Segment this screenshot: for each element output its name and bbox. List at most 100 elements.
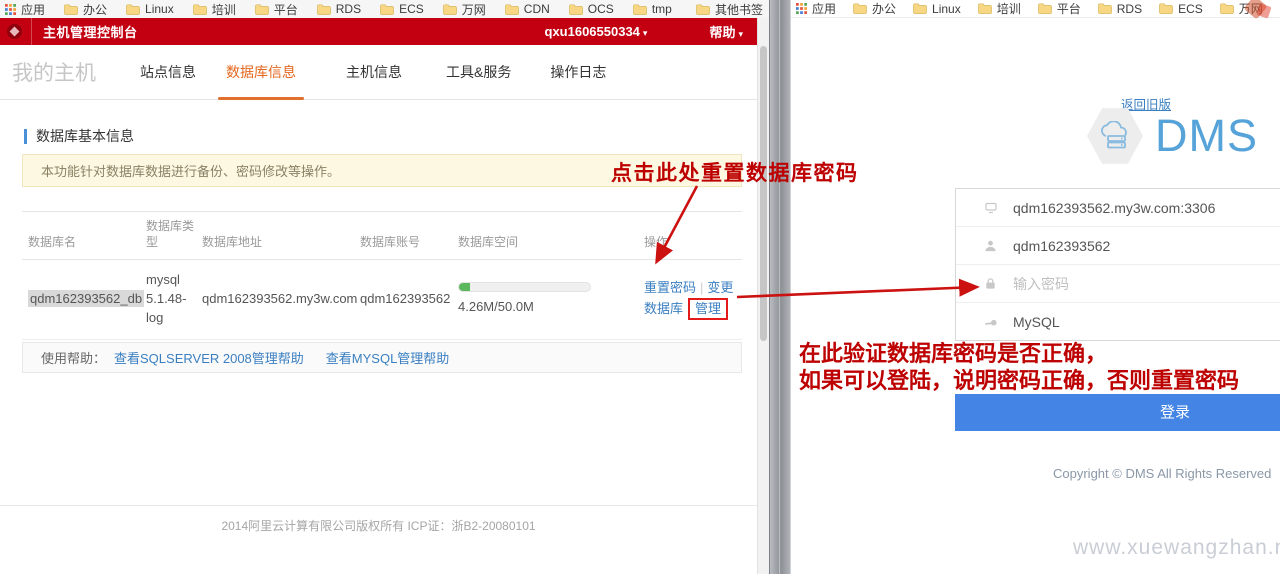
bookmark-other-bookmarks[interactable]: 其他书签 [696,1,763,18]
help-dropdown[interactable]: 帮助▾ [709,22,743,41]
bookmark-folder[interactable]: RDS [1098,2,1142,16]
bookmark-label: 培训 [212,1,236,18]
bookmark-label: 办公 [83,1,107,18]
bookmark-label: 万网 [462,1,486,18]
bookmark-folder[interactable]: 平台 [1038,0,1081,17]
bookmark-label: Linux [145,2,174,16]
table-header-row: 数据库名 数据库类型 数据库地址 数据库账号 数据库空间 操作 [22,212,742,260]
folder-icon [1098,3,1112,14]
annotation-line-1: 在此验证数据库密码是否正确， [799,340,1239,367]
bookmark-label: Linux [932,2,961,16]
host-icon [984,201,998,215]
host-input[interactable] [1013,200,1273,216]
bookmark-folder[interactable]: RDS [317,2,361,16]
folder-icon [126,4,140,15]
bookmark-label: 其他书签 [715,1,763,18]
folder-icon [696,4,710,15]
col-db-type: 数据库类型 [146,212,202,260]
col-db-address: 数据库地址 [202,212,360,260]
left-browser-window: 应用 办公 Linux 培训 平台 RDS ECS 万网 [0,0,769,574]
table-row: qdm162393562_db mysql 5.1.48-log qdm1623… [22,260,742,340]
help-bar-label: 使用帮助： [41,348,106,367]
wanwang-logo-icon [7,24,22,39]
col-db-name: 数据库名 [22,212,146,260]
bookmark-folder[interactable]: ECS [380,2,424,16]
console-title: 主机管理控制台 [43,22,138,41]
bookmark-apps[interactable]: 应用 [796,0,836,17]
console-footer: 2014阿里云计算有限公司版权所有 ICP证：浙B2-20080101 [0,505,757,534]
bookmark-folder[interactable]: 万网 [443,1,486,18]
bookmark-apps[interactable]: 应用 [5,1,45,18]
bookmark-folder[interactable]: CDN [505,2,550,16]
dms-logo-badge [1087,107,1143,165]
bookmark-folder[interactable]: Linux [913,2,961,16]
bookmark-folder[interactable]: OCS [569,2,614,16]
bookmark-label: tmp [652,2,672,16]
bookmark-label: CDN [524,2,550,16]
db-address-cell: qdm162393562.my3w.com [202,260,360,340]
bookmark-folder[interactable]: 培训 [978,0,1021,17]
folder-icon [853,3,867,14]
tab-database-info[interactable]: 数据库信息 [226,45,296,99]
bookmark-folder[interactable]: 培训 [193,1,236,18]
bookmark-label: 应用 [812,0,836,17]
folder-icon [1038,3,1052,14]
space-progress-fill [459,283,470,291]
mysql-help-link[interactable]: 查看MYSQL管理帮助 [326,348,450,367]
bookmark-label: OCS [588,2,614,16]
apps-grid-icon [5,4,16,15]
bookmark-label: RDS [336,2,361,16]
bookmark-folder[interactable]: 办公 [64,1,107,18]
annotation-reset-password: 点击此处重置数据库密码 [611,157,859,187]
folder-icon [569,4,583,15]
username-row [956,227,1280,265]
col-db-space: 数据库空间 [458,212,644,260]
folder-icon [1159,3,1173,14]
account-dropdown[interactable]: qxu1606550334▾ [545,24,648,39]
tab-operation-log[interactable]: 操作日志 [550,45,606,99]
chevron-down-icon: ▾ [738,29,743,39]
apps-grid-icon [796,3,807,14]
db-space-cell: 4.26M/50.0M [458,260,644,340]
bookmark-label: ECS [399,2,424,16]
folder-icon [443,4,457,15]
password-row [956,265,1280,303]
account-name: qxu1606550334 [545,24,640,39]
tab-host-info[interactable]: 主机信息 [346,45,402,99]
console-tabbar: 我的主机 站点信息 数据库信息 主机信息 工具&服务 操作日志 [0,45,757,100]
folder-icon [380,4,394,15]
bookmark-label: 平台 [274,1,298,18]
engine-select-row[interactable]: MySQL [956,303,1280,340]
password-input[interactable] [1013,276,1273,292]
scrollbar-thumb[interactable] [760,46,767,341]
help-bar: 使用帮助： 查看SQLSERVER 2008管理帮助 查看MYSQL管理帮助 [22,342,742,373]
section-accent-bar [24,129,27,144]
window-edge-strip [769,0,791,574]
action-separator: | [700,280,703,295]
annotation-line-2: 如果可以登陆，说明密码正确，否则重置密码 [799,367,1239,394]
cloud-database-icon [1098,121,1132,151]
tab-tools-services[interactable]: 工具&服务 [446,45,511,99]
bookmark-folder[interactable]: Linux [126,2,174,16]
wrench-icon [984,315,998,329]
sqlserver-help-link[interactable]: 查看SQLSERVER 2008管理帮助 [114,348,304,367]
left-window-scrollbar[interactable] [757,18,769,574]
notice-text: 本功能针对数据库数据进行备份、密码修改等操作。 [41,161,340,180]
bookmark-folder[interactable]: tmp [633,2,672,16]
col-db-account: 数据库账号 [360,212,458,260]
manage-link[interactable]: 管理 [695,301,721,316]
bookmark-folder[interactable]: 办公 [853,0,896,17]
db-name-selected-text: qdm162393562_db [28,290,144,307]
manage-link-highlight-box: 管理 [688,298,728,321]
site-watermark: www.xuewangzhan.net [1073,536,1280,560]
bookmark-folder[interactable]: ECS [1159,2,1203,16]
login-button[interactable]: 登录 [955,394,1280,431]
tab-site-info[interactable]: 站点信息 [140,45,196,99]
folder-icon [978,3,992,14]
username-input[interactable] [1013,238,1273,254]
dms-copyright: Copyright © DMS All Rights Reserved [1053,466,1271,481]
bookmark-folder[interactable]: 平台 [255,1,298,18]
reset-password-link[interactable]: 重置密码 [644,280,696,295]
bookmark-label: ECS [1178,2,1203,16]
section-title: 数据库基本信息 [36,126,134,146]
